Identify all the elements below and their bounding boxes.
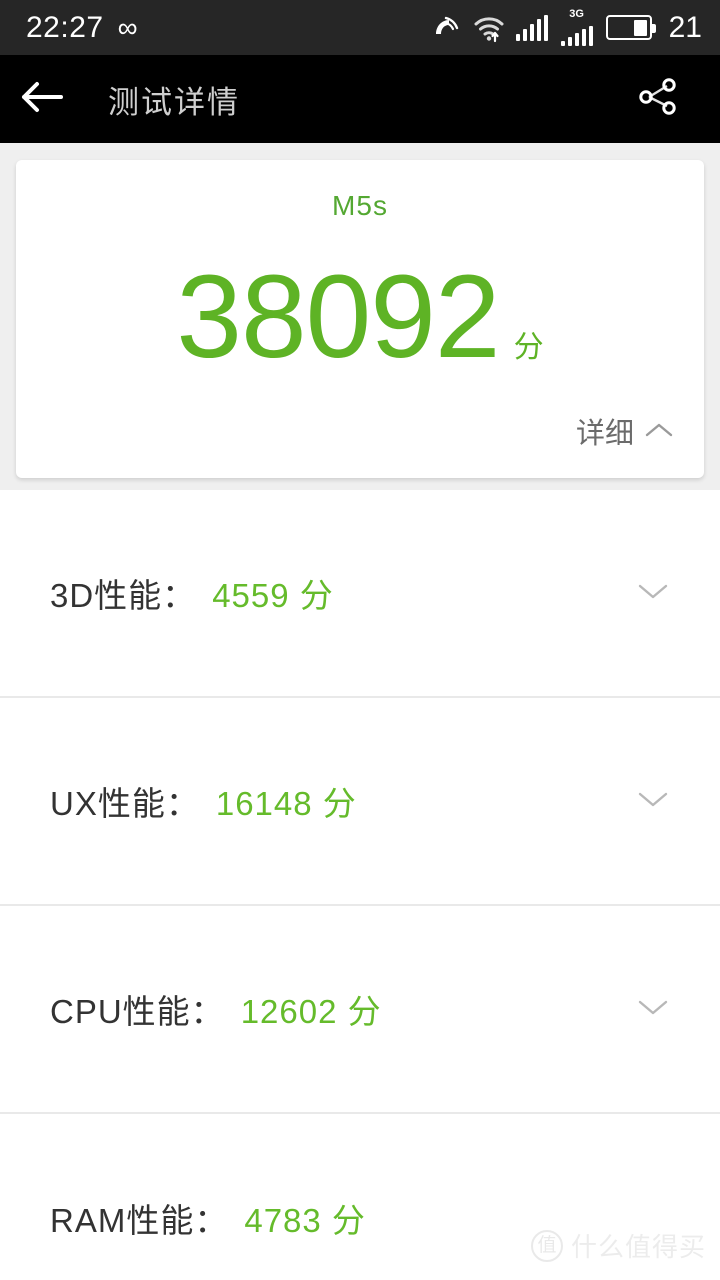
watermark-logo-icon: 值 [530,1229,563,1262]
chevron-down-icon[interactable] [636,996,670,1023]
device-name: M5s [332,190,388,221]
row-label: UX性能： [50,785,200,822]
chevron-up-icon [644,415,674,448]
row-value: 12602 分 [240,993,382,1030]
row-label: CPU性能： [50,993,225,1030]
back-button[interactable] [0,55,84,143]
watermark: 值 什么值得买 [530,1227,706,1264]
signal-icon [515,14,548,41]
wifi-icon [473,15,504,42]
chevron-down-icon[interactable] [636,580,670,607]
table-row[interactable]: 3D性能： 4559 分 [0,490,720,698]
battery-percent-label: 21 [668,10,702,44]
detail-toggle-button[interactable]: 详细 [576,410,674,452]
table-row[interactable]: CPU性能： 12602 分 [0,906,720,1114]
result-list: 3D性能： 4559 分 UX性能： 16148 分 CPU性能： 12602 … [0,490,720,1280]
table-row[interactable]: UX性能： 16148 分 [0,698,720,906]
share-icon [635,74,681,125]
row-label: RAM性能： [50,1202,229,1239]
battery-icon [605,15,656,40]
signal-3g-icon: 3G [560,8,593,46]
total-score-value: 38092 [176,251,500,383]
chevron-down-icon[interactable] [636,788,670,815]
row-value: 4559 分 [212,577,334,614]
status-bar-right: 3G 21 [432,9,720,46]
status-bar-left: 22:27 ∞ [0,10,138,44]
network-type-label: 3G [569,8,584,20]
watermark-text: 什么值得买 [570,1232,706,1262]
share-button[interactable] [614,55,702,143]
phone-screen: 22:27 ∞ 3G 21 测试详情 M5s 38092 分 详细 3D性能： … [0,0,720,1280]
battery-fill [633,19,648,36]
signal-bars-secondary [560,20,593,46]
row-value: 16148 分 [215,785,357,822]
status-bar: 22:27 ∞ 3G 21 [0,0,720,55]
row-value: 4783 分 [244,1202,366,1239]
arrow-left-icon [20,80,64,119]
total-score-row: 38092 分 [16,258,704,376]
detail-toggle-label: 详细 [575,418,634,450]
page-title: 测试详情 [108,84,240,120]
infinity-icon: ∞ [117,11,138,43]
total-score-unit: 分 [513,331,544,364]
score-card[interactable]: M5s 38092 分 详细 [16,160,704,478]
row-label: 3D性能： [50,577,197,614]
app-bar: 测试详情 [0,55,720,143]
satellite-icon [432,14,460,42]
status-clock: 22:27 [26,10,104,44]
